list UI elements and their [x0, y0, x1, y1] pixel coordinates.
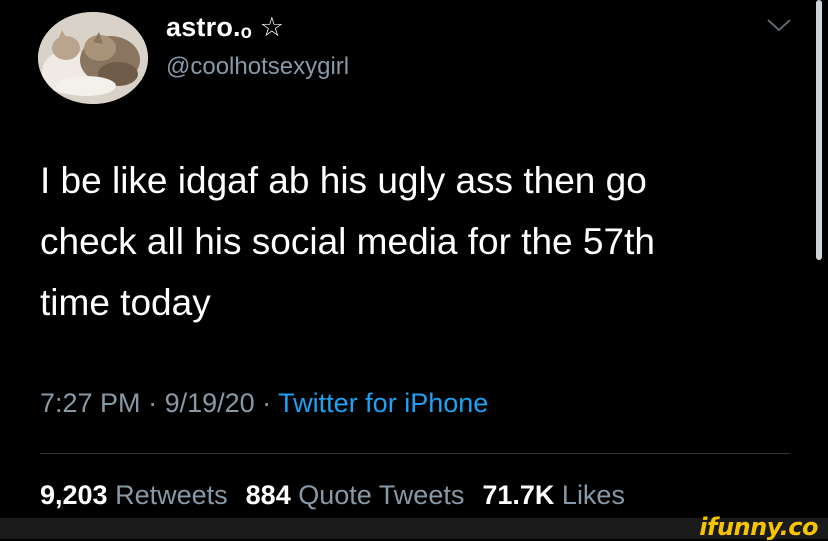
likes-stat[interactable]: 71.7K Likes — [482, 480, 625, 510]
tweet-card: astro.ₒ ☆ @coolhotsexygirl I be like idg… — [0, 0, 828, 541]
divider — [40, 453, 790, 454]
quotes-stat[interactable]: 884 Quote Tweets — [246, 480, 465, 510]
tweet-source-link[interactable]: Twitter for iPhone — [278, 388, 488, 418]
retweets-count: 9,203 — [40, 480, 108, 510]
watermark-logo: ifunny.co — [699, 513, 818, 541]
display-name[interactable]: astro.ₒ ☆ — [166, 12, 284, 43]
tweet-meta: 7:27 PM · 9/19/20 · Twitter for iPhone — [40, 388, 488, 419]
avatar-image-cats — [38, 12, 148, 104]
tweet-date[interactable]: 9/19/20 — [165, 388, 255, 418]
avatar[interactable] — [38, 12, 148, 104]
tweet-time[interactable]: 7:27 PM — [40, 388, 141, 418]
chevron-down-icon[interactable] — [766, 16, 792, 34]
meta-separator: · — [254, 388, 279, 418]
quotes-label: Quote Tweets — [298, 480, 465, 510]
scrollbar[interactable] — [816, 0, 822, 260]
tweet-body-line: I be like idgaf ab his ugly ass then go — [40, 160, 647, 201]
quotes-count: 884 — [245, 480, 291, 510]
retweets-stat[interactable]: 9,203 Retweets — [40, 480, 228, 510]
tweet-body: I be like idgaf ab his ugly ass then go … — [40, 150, 800, 333]
likes-label: Likes — [561, 480, 625, 510]
retweets-label: Retweets — [115, 480, 228, 510]
tweet-stats: 9,203 Retweets 884 Quote Tweets 71.7K Like… — [40, 480, 625, 511]
tweet-body-line: check all his social media for the 57th — [40, 221, 655, 262]
tweet-body-line: time today — [40, 282, 211, 323]
meta-separator: · — [140, 388, 165, 418]
user-handle[interactable]: @coolhotsexygirl — [166, 53, 349, 81]
likes-count: 71.7K — [482, 480, 555, 510]
